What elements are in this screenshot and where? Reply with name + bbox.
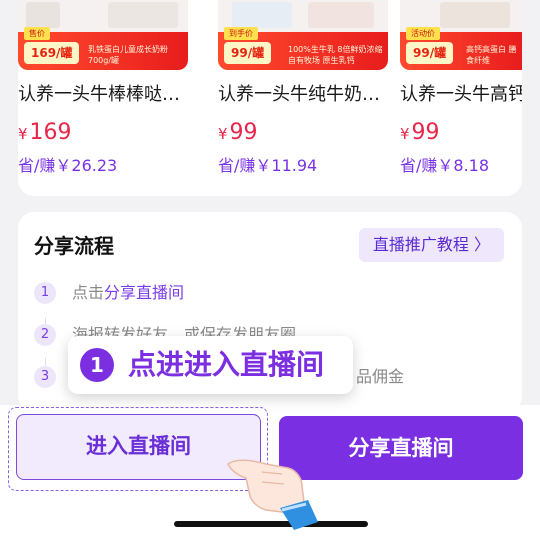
promo-desc: 乳铁蛋白儿童成长奶粉700g/罐 (88, 45, 168, 65)
product-thumbnail[interactable]: 售价 169/罐 乳铁蛋白儿童成长奶粉700g/罐 (18, 0, 188, 70)
product-thumbnail[interactable]: 活动价 99/罐 高钙高蛋白 膳食纤维 (400, 0, 522, 70)
promo-price: 99/罐 (406, 42, 454, 64)
product-card-2[interactable]: 到手价 99/罐 100%生牛乳 8倍鲜奶浓缩 自有牧场 原生乳钙 认养一头牛纯… (218, 0, 390, 196)
price-value: 99 (411, 120, 440, 145)
tooltip-step-badge: 1 (80, 348, 114, 382)
earn-amount: 省/赚￥11.94 (218, 156, 318, 175)
product-box-image (440, 2, 510, 28)
step-number: 3 (34, 366, 56, 388)
product-price: ¥99 (400, 118, 440, 149)
currency-symbol: ¥ (218, 125, 228, 143)
product-box-image (232, 2, 292, 28)
live-tutorial-button[interactable]: 直播推广教程 〉 (358, 228, 504, 262)
currency-symbol: ¥ (18, 125, 28, 143)
product-title[interactable]: 认养一头牛棒棒哒… (18, 82, 198, 108)
product-box-image (108, 2, 178, 28)
product-box-image (26, 2, 60, 28)
step-text: 品佣金 (356, 367, 405, 386)
product-title[interactable]: 认养一头牛高钙… (400, 82, 522, 108)
promo-tag: 活动价 (406, 27, 440, 40)
share-flow-title: 分享流程 (34, 234, 114, 258)
product-box-image (308, 2, 374, 28)
price-value: 169 (29, 120, 72, 145)
product-price: ¥169 (18, 118, 72, 149)
product-card-1[interactable]: 售价 169/罐 乳铁蛋白儿童成长奶粉700g/罐 认养一头牛棒棒哒… ¥169… (18, 0, 190, 196)
step-number: 2 (34, 324, 56, 346)
product-list-card: 售价 169/罐 乳铁蛋白儿童成长奶粉700g/罐 认养一头牛棒棒哒… ¥169… (18, 0, 522, 196)
guide-tooltip: 1 点进进入直播间 (68, 336, 353, 394)
promo-tag: 售价 (24, 27, 50, 40)
earn-amount: 省/赚￥8.18 (400, 156, 490, 175)
promo-tag: 到手价 (224, 27, 258, 40)
currency-symbol: ¥ (400, 125, 410, 143)
product-price: ¥99 (218, 118, 258, 149)
promo-desc: 100%生牛乳 8倍鲜奶浓缩 自有牧场 原生乳钙 (288, 45, 383, 65)
promo-price: 169/罐 (24, 42, 80, 64)
price-value: 99 (229, 120, 258, 145)
promo-desc: 高钙高蛋白 膳食纤维 (466, 45, 517, 65)
earn-amount: 省/赚￥26.23 (18, 156, 118, 175)
tooltip-text: 点进进入直播间 (128, 348, 325, 381)
promo-price: 99/罐 (224, 42, 272, 64)
product-title[interactable]: 认养一头牛纯牛奶… (218, 82, 398, 108)
product-thumbnail[interactable]: 到手价 99/罐 100%生牛乳 8倍鲜奶浓缩 自有牧场 原生乳钙 (218, 0, 388, 70)
tap-hand-icon (227, 459, 318, 530)
product-card-3[interactable]: 活动价 99/罐 高钙高蛋白 膳食纤维 认养一头牛高钙… ¥99 省/赚￥8.1… (400, 0, 522, 196)
step-number: 1 (34, 282, 56, 304)
step-1: 1 点击分享直播间 (34, 282, 494, 306)
step-text: 点击分享直播间 (72, 283, 185, 302)
